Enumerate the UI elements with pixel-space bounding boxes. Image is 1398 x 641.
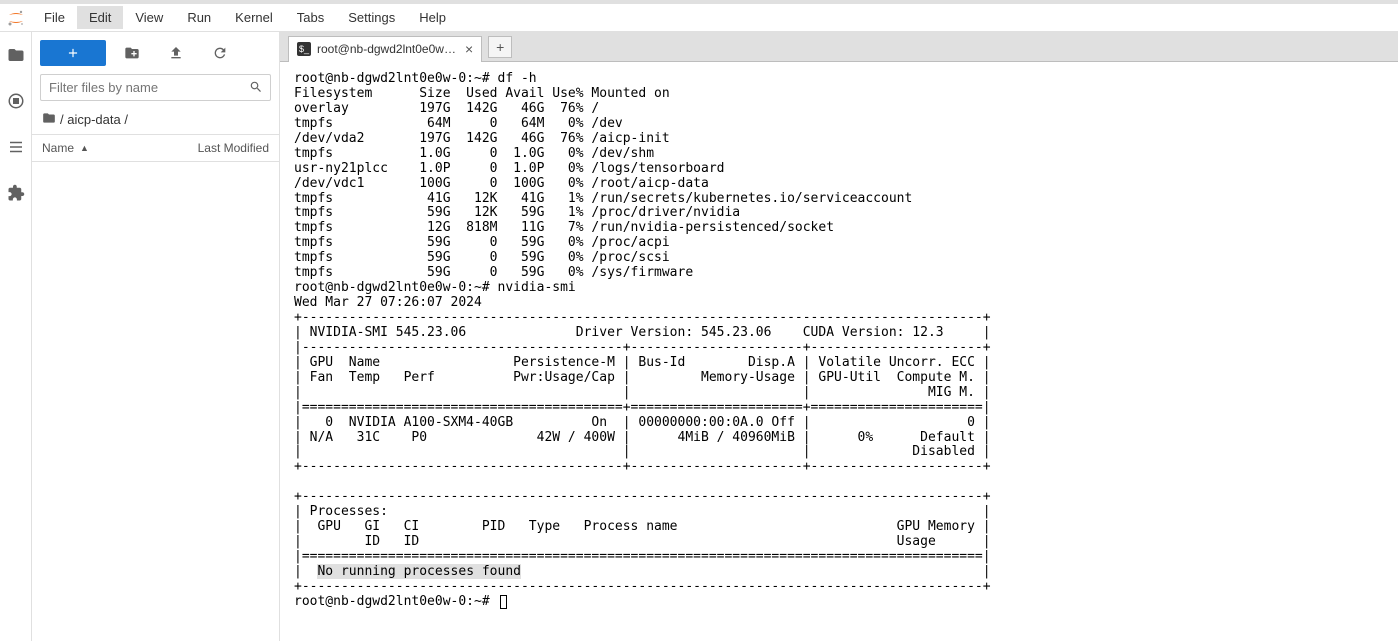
menu-tabs[interactable]: Tabs: [285, 6, 336, 29]
terminal-output[interactable]: root@nb-dgwd2lnt0e0w-0:~# df -h Filesyst…: [280, 62, 1398, 641]
tab-label: root@nb-dgwd2lnt0e0w-0:: [317, 42, 457, 56]
menu-view[interactable]: View: [123, 6, 175, 29]
cursor: [500, 595, 507, 609]
file-browser-sidebar: / aicp-data / Name ▲ Last Modified: [32, 32, 280, 641]
menu-kernel[interactable]: Kernel: [223, 6, 285, 29]
close-icon[interactable]: ×: [463, 41, 475, 57]
filter-files-input[interactable]: [40, 74, 271, 101]
toc-icon[interactable]: [7, 138, 25, 156]
activity-bar: [0, 32, 32, 641]
menu-settings[interactable]: Settings: [336, 6, 407, 29]
new-tab-button[interactable]: +: [488, 36, 512, 58]
folder-icon: [42, 111, 56, 128]
menu-edit[interactable]: Edit: [77, 6, 123, 29]
menu-help[interactable]: Help: [407, 6, 458, 29]
menu-run[interactable]: Run: [175, 6, 223, 29]
new-folder-button[interactable]: [114, 40, 150, 66]
menubar: FileEditViewRunKernelTabsSettingsHelp: [0, 4, 1398, 32]
upload-button[interactable]: [158, 40, 194, 66]
breadcrumb-path[interactable]: / aicp-data /: [60, 112, 128, 127]
column-header-modified[interactable]: Last Modified: [169, 135, 279, 161]
jupyter-logo: [4, 6, 28, 30]
refresh-button[interactable]: [202, 40, 238, 66]
terminal-icon: $_: [297, 42, 311, 56]
folder-icon[interactable]: [7, 46, 25, 64]
tab-bar: $_ root@nb-dgwd2lnt0e0w-0: × +: [280, 32, 1398, 62]
tab-terminal[interactable]: $_ root@nb-dgwd2lnt0e0w-0: ×: [288, 36, 482, 62]
running-icon[interactable]: [7, 92, 25, 110]
sort-ascending-icon: ▲: [80, 143, 89, 153]
new-launcher-button[interactable]: [40, 40, 106, 66]
column-header-name[interactable]: Name ▲: [32, 135, 169, 161]
breadcrumb[interactable]: / aicp-data /: [32, 105, 279, 134]
menu-file[interactable]: File: [32, 6, 77, 29]
extensions-icon[interactable]: [7, 184, 25, 202]
